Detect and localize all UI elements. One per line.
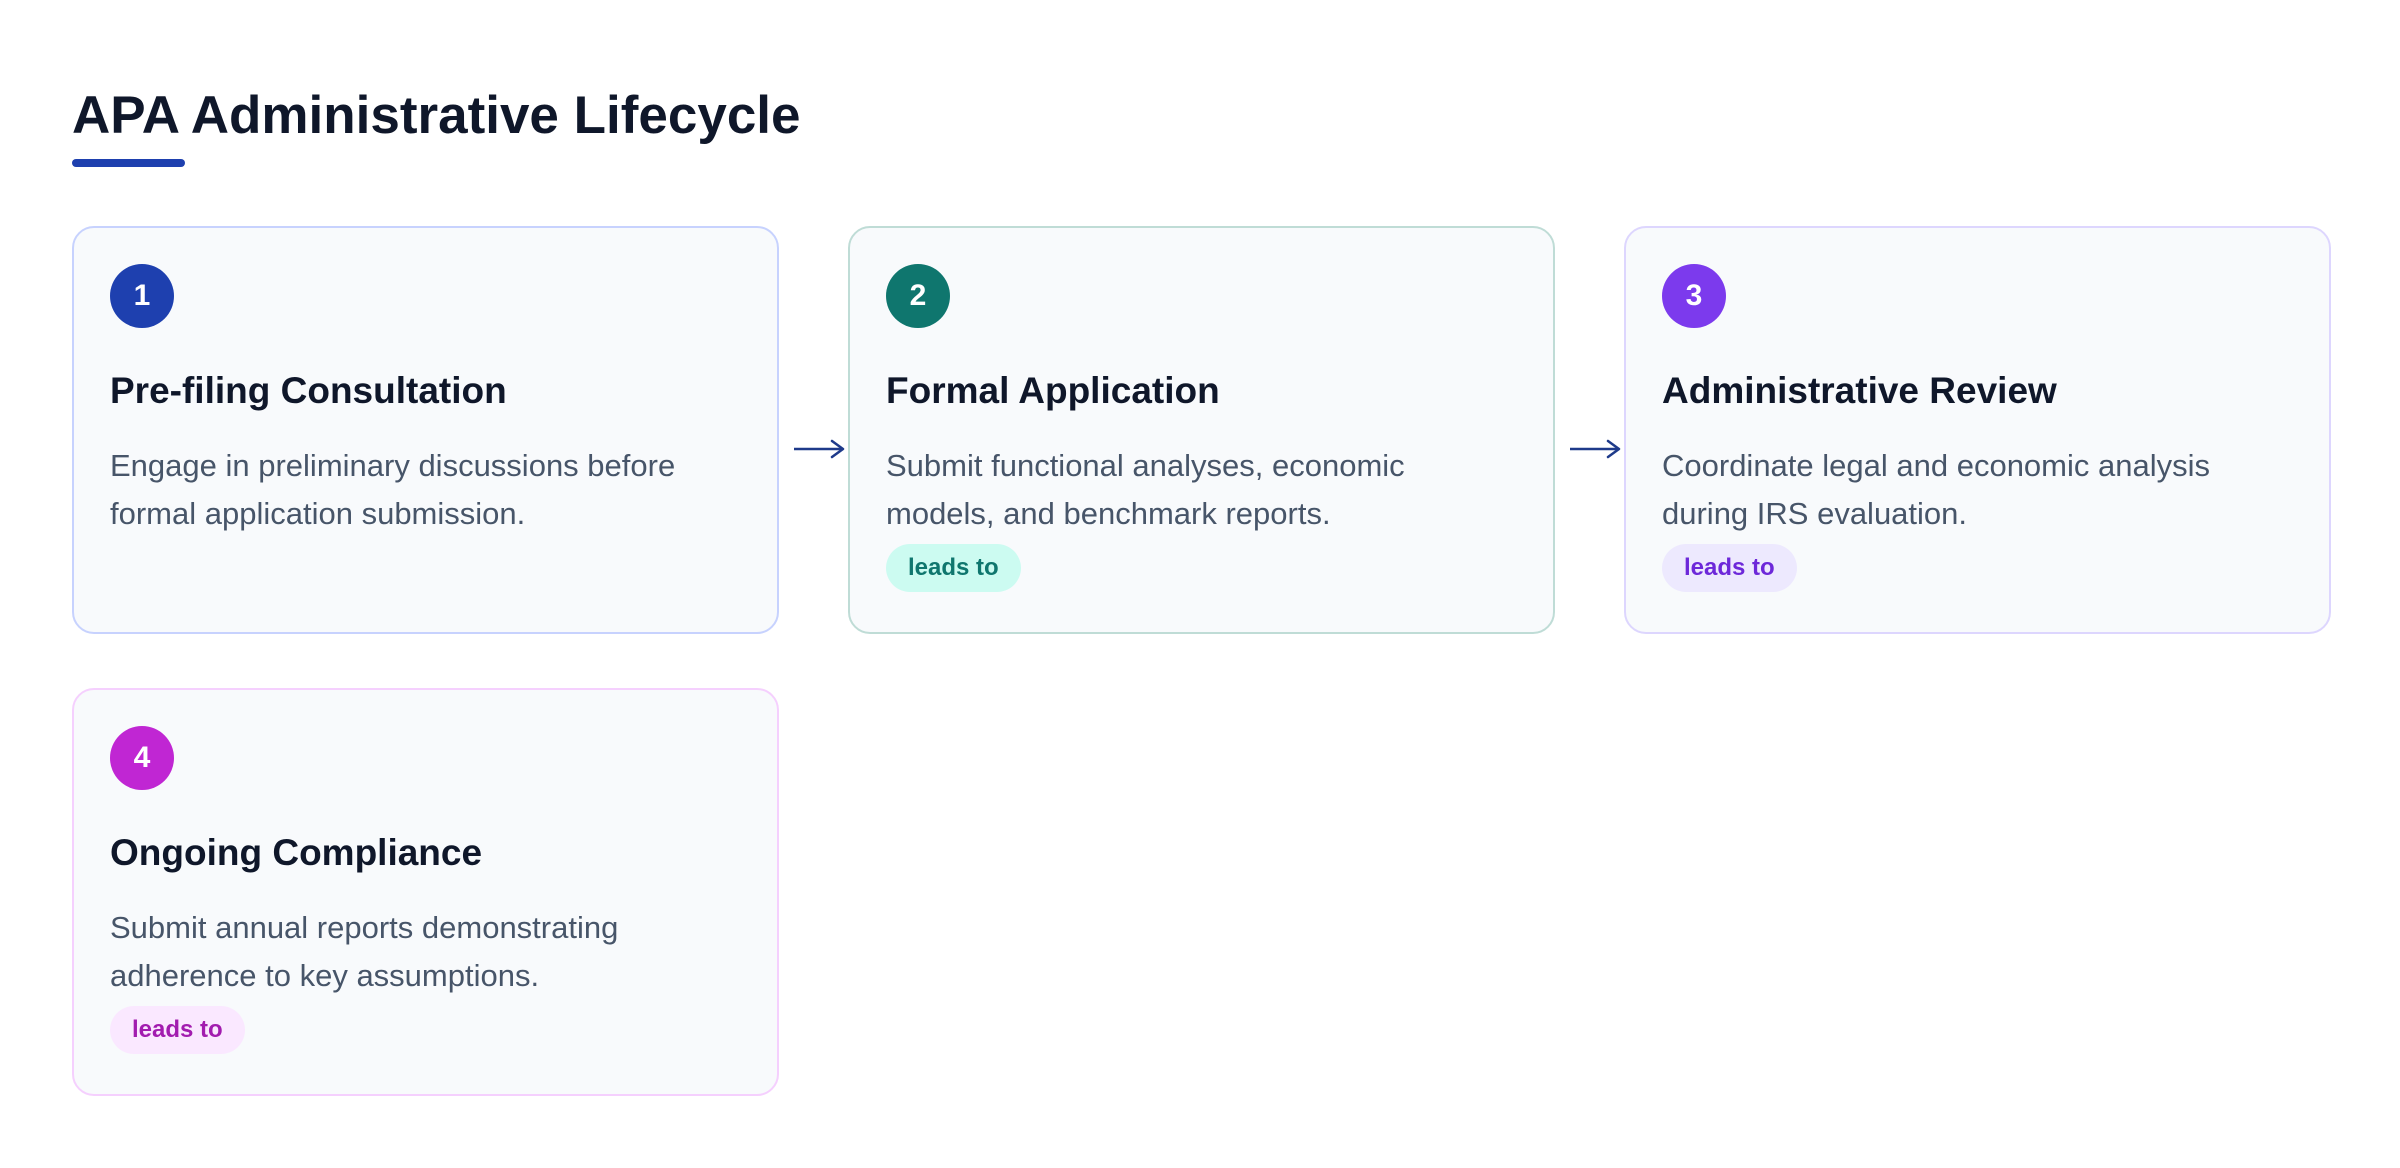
arrow-right-icon: [1570, 439, 1621, 459]
step-number-badge: 1: [110, 264, 174, 328]
step-title: Ongoing Compliance: [110, 832, 483, 873]
step-number-badge: 3: [1662, 264, 1726, 328]
step-number-badge: 2: [886, 264, 950, 328]
leads-to-tag: leads to: [1662, 544, 1797, 592]
arrow-right-icon: [794, 439, 845, 459]
step-description: Engage in preliminary discussions before…: [110, 448, 676, 531]
step-title: Administrative Review: [1662, 370, 2057, 411]
step-number-badge: 4: [110, 726, 174, 790]
leads-to-tag: leads to: [886, 544, 1021, 592]
step-description: Submit functional analyses, economic mod…: [886, 448, 1405, 531]
step-card-2: 2 Formal Application Submit functional a…: [848, 226, 1555, 634]
step-card-3: 3 Administrative Review Coordinate legal…: [1624, 226, 2331, 634]
title-underline: [72, 159, 185, 167]
step-title: Pre-filing Consultation: [110, 370, 507, 411]
step-title: Formal Application: [886, 370, 1220, 411]
page-title: APA Administrative Lifecycle: [72, 86, 801, 145]
step-description: Coordinate legal and economic analysis d…: [1662, 448, 2210, 531]
step-card-4: 4 Ongoing Compliance Submit annual repor…: [72, 688, 779, 1096]
step-description: Submit annual reports demonstrating adhe…: [110, 910, 619, 993]
step-card-1: 1 Pre-filing Consultation Engage in prel…: [72, 226, 779, 634]
leads-to-tag: leads to: [110, 1006, 245, 1054]
